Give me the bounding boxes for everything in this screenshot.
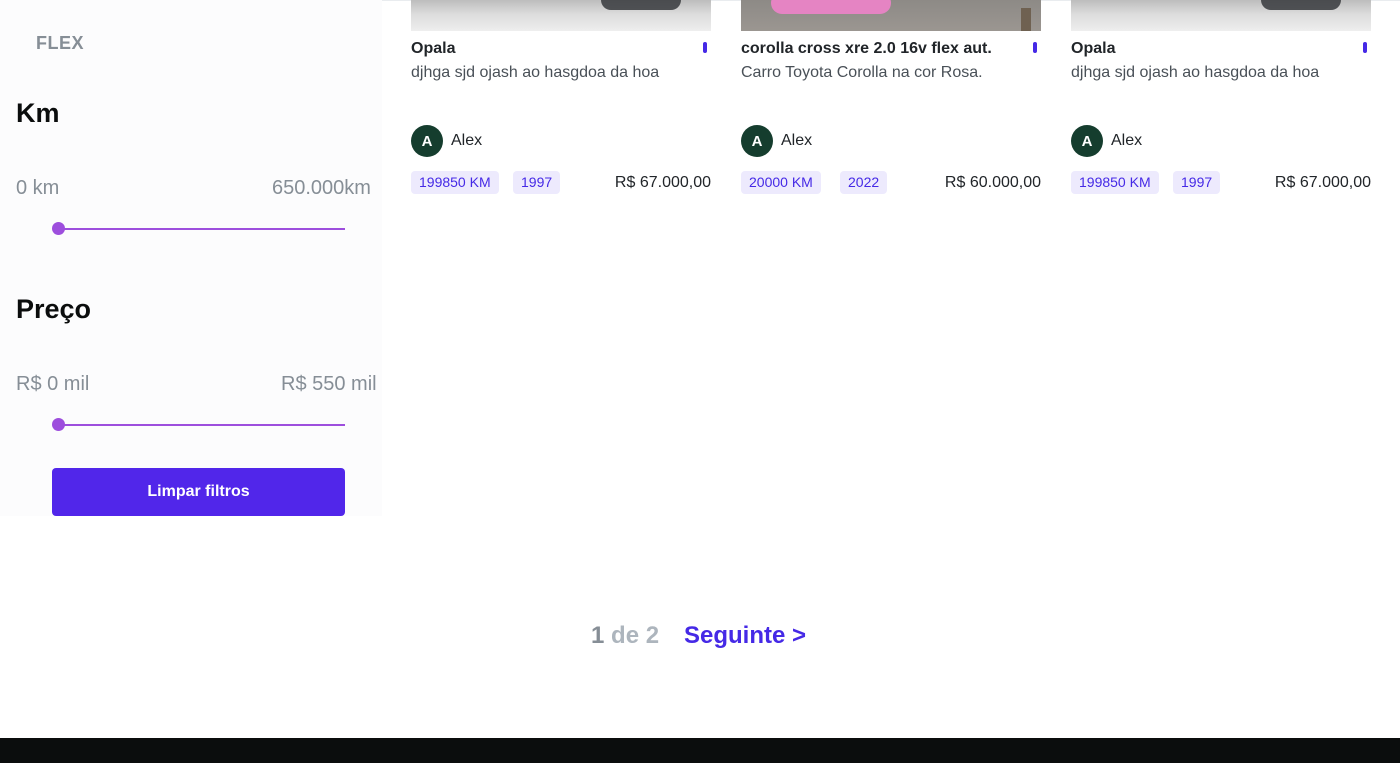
price-max-label: R$ 550 mil [281, 373, 377, 395]
car-title[interactable]: Opala [411, 40, 455, 58]
avatar: A [1071, 125, 1103, 157]
price-filter-title: Preço [16, 294, 92, 324]
owner-name: Alex [451, 132, 483, 149]
car-card[interactable]: corolla cross xre 2.0 16v flex aut. Carr… [741, 0, 1041, 200]
car-description: Carro Toyota Corolla na cor Rosa. [741, 64, 983, 81]
fuel-option-flex[interactable]: FLEX [36, 33, 84, 54]
car-card[interactable]: Opala djhga sjd ojash ao hasgdoa da hoa … [1071, 0, 1371, 200]
mileage-badge: 199850 KM [1071, 171, 1159, 194]
price-min-label: R$ 0 mil [16, 373, 90, 395]
filter-sidebar: FLEX Km 0 km 650.000km Preço R$ 0 mil R$… [0, 0, 382, 516]
page-separator: de [611, 622, 640, 649]
car-price: R$ 60.000,00 [944, 174, 1041, 191]
avatar: A [741, 125, 773, 157]
car-price: R$ 67.000,00 [1274, 174, 1371, 191]
car-title[interactable]: Opala [1071, 40, 1115, 58]
car-card[interactable]: Opala djhga sjd ojash ao hasgdoa da hoa … [411, 0, 711, 200]
year-badge: 2022 [840, 171, 888, 194]
good-deal-flag [1033, 42, 1037, 53]
year-badge: 1997 [1173, 171, 1221, 194]
mileage-badge: 20000 KM [741, 171, 821, 194]
next-page-link[interactable]: Seguinte > [684, 622, 806, 650]
current-page: 1 [591, 622, 605, 649]
page-footer [0, 738, 1400, 763]
good-deal-flag [703, 42, 707, 53]
year-badge: 1997 [513, 171, 561, 194]
owner-name: Alex [1111, 132, 1143, 149]
mileage-badge: 199850 KM [411, 171, 499, 194]
owner-name: Alex [781, 132, 813, 149]
car-image[interactable] [1071, 0, 1371, 31]
price-range-slider[interactable] [58, 424, 345, 426]
car-title[interactable]: corolla cross xre 2.0 16v flex aut. [741, 40, 992, 58]
car-description: djhga sjd ojash ao hasgdoa da hoa [1071, 64, 1320, 81]
car-image[interactable] [411, 0, 711, 31]
km-slider-thumb[interactable] [52, 222, 65, 235]
good-deal-flag [1363, 42, 1367, 53]
km-max-label: 650.000km [272, 177, 371, 199]
km-min-label: 0 km [16, 177, 60, 199]
price-slider-thumb[interactable] [52, 418, 65, 431]
car-price: R$ 67.000,00 [614, 174, 711, 191]
clear-filters-button[interactable]: Limpar filtros [52, 468, 345, 516]
total-pages: 2 [645, 622, 660, 649]
car-description: djhga sjd ojash ao hasgdoa da hoa [411, 64, 660, 81]
car-image[interactable] [741, 0, 1041, 31]
avatar: A [411, 125, 443, 157]
km-range-slider[interactable] [58, 228, 345, 230]
page-indicator: 1 de 2 [591, 622, 659, 650]
km-filter-title: Km [16, 98, 60, 128]
